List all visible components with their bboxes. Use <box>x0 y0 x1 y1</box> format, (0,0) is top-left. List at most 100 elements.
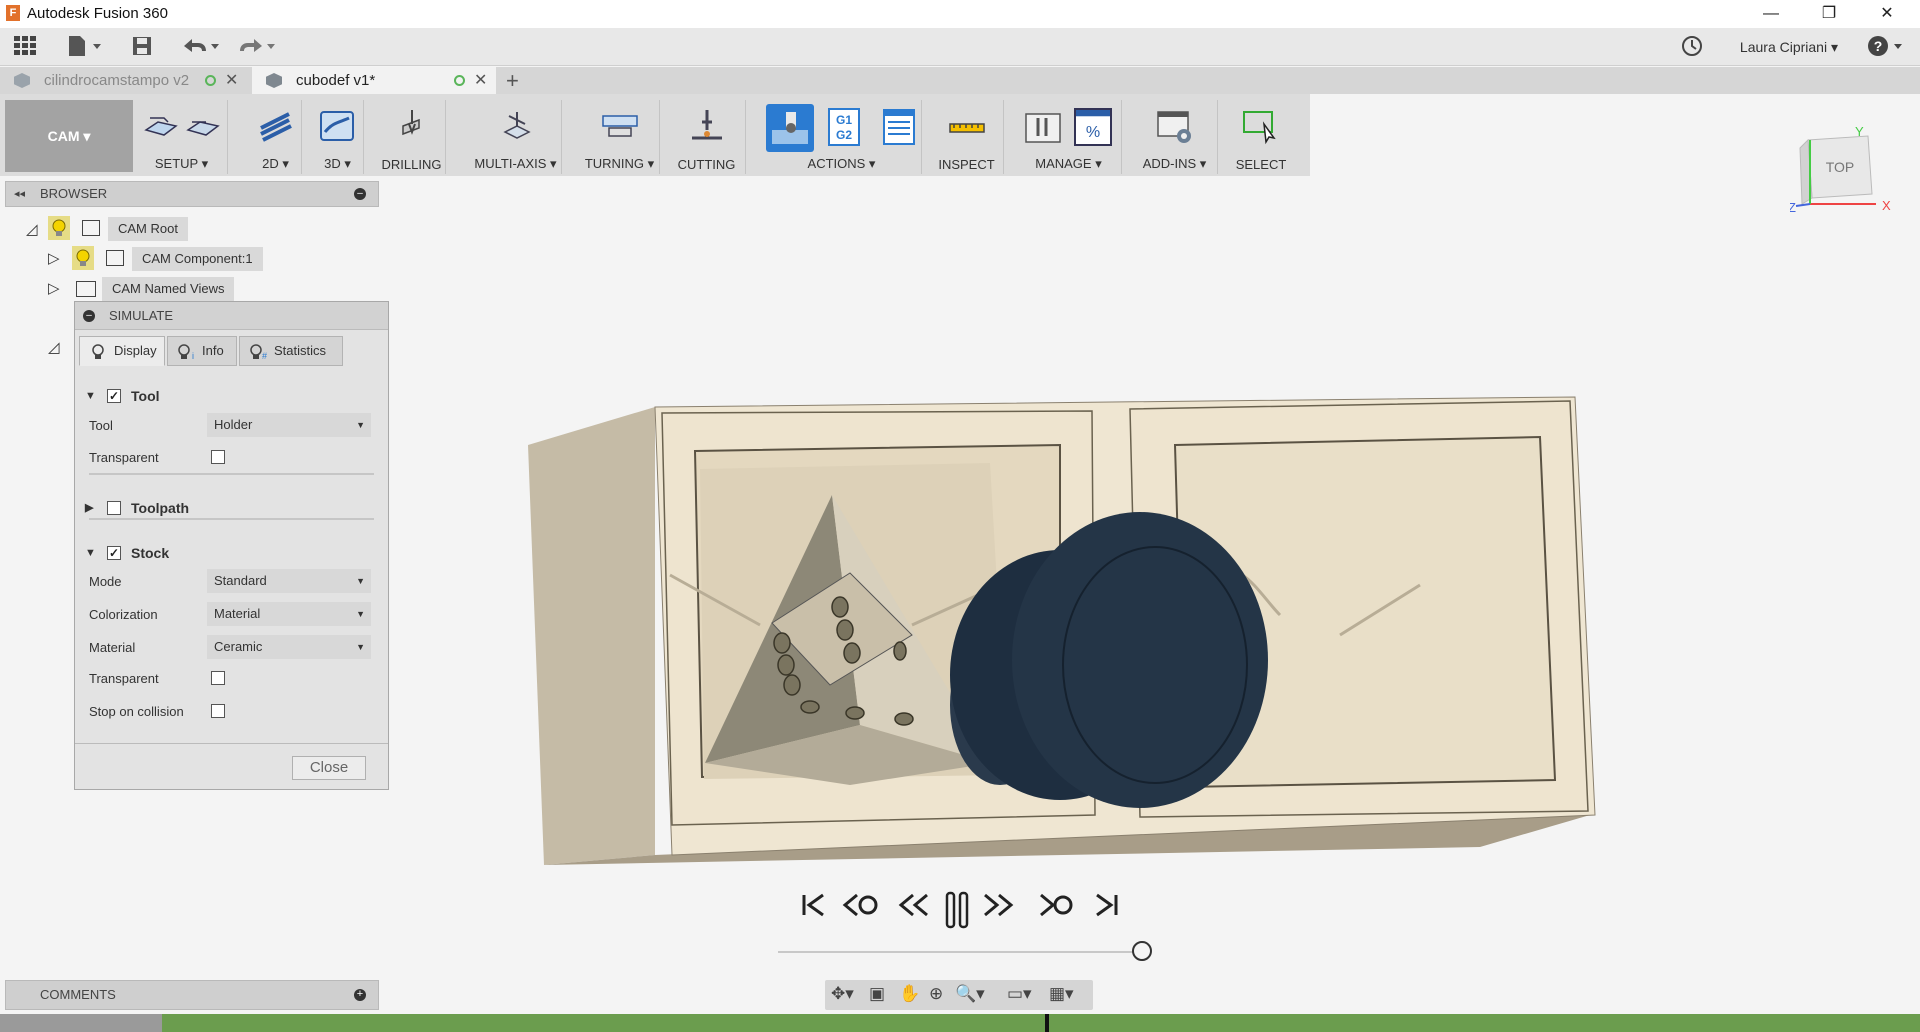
setup-group[interactable]: SETUP ▾ <box>136 100 228 174</box>
colorization-dropdown[interactable]: Material ▼ <box>207 602 371 626</box>
setup-sheet-icon <box>883 109 915 145</box>
post-process-g1g2-icon[interactable]: G1 G2 <box>828 108 860 146</box>
tab-display[interactable]: Display <box>79 336 165 366</box>
close-tab-icon[interactable]: ✕ <box>474 67 487 94</box>
help-icon[interactable]: ? <box>1866 34 1906 60</box>
look-at-icon[interactable]: ▣ <box>869 984 885 1004</box>
redo-icon[interactable] <box>236 34 276 60</box>
stock-section-header[interactable]: ▼ ✓ Stock <box>75 539 388 567</box>
workspace-switcher[interactable]: CAM ▾ <box>5 100 133 172</box>
simulation-viewport[interactable] <box>520 385 1610 885</box>
drill-icon <box>402 110 420 136</box>
tree-item-cam-named-views[interactable]: ▷ CAM Named Views <box>46 276 266 302</box>
collapsed-triangle-icon[interactable]: ▷ <box>48 246 60 272</box>
tab-info[interactable]: i Info <box>167 336 237 366</box>
actions-group[interactable]: G1 G2 ACTIONS ▾ <box>762 100 922 174</box>
comments-panel[interactable]: COMMENTS + <box>5 980 379 1010</box>
material-value: Ceramic <box>214 639 263 654</box>
skip-to-start-icon[interactable] <box>799 890 829 920</box>
divider <box>75 743 388 744</box>
close-tab-icon[interactable]: ✕ <box>225 67 238 94</box>
grid-settings-icon[interactable]: ▦▾ <box>1049 984 1074 1004</box>
add-comment-icon[interactable]: + <box>354 989 366 1001</box>
close-button[interactable]: Close <box>292 756 366 780</box>
collapse-dialog-icon[interactable]: – <box>83 310 95 322</box>
select-group[interactable]: SELECT <box>1226 100 1296 174</box>
display-settings-icon[interactable]: ▭▾ <box>1007 984 1032 1004</box>
skip-to-end-icon[interactable] <box>1091 890 1121 920</box>
section-expanded-icon[interactable]: ▼ <box>85 382 96 410</box>
restore-button[interactable]: ❐ <box>1800 0 1858 28</box>
simulate-header[interactable]: – SIMULATE <box>75 302 388 330</box>
tool-section-header[interactable]: ▼ ✓ Tool <box>75 382 388 410</box>
multi-axis-icon <box>503 112 531 139</box>
turning-group[interactable]: TURNING ▾ <box>580 100 660 174</box>
job-status-clock-icon[interactable] <box>1680 34 1704 60</box>
pan-hand-icon[interactable]: ✋ <box>899 984 920 1004</box>
user-account-menu[interactable]: Laura Cipriani ▾ <box>1740 39 1838 56</box>
file-menu-icon[interactable] <box>66 34 106 60</box>
tree-label: CAM Named Views <box>102 277 235 301</box>
simulate-action-icon[interactable] <box>766 104 814 152</box>
simulation-timeline[interactable] <box>778 951 1142 953</box>
zoom-icon[interactable]: ⊕ <box>929 984 943 1004</box>
drilling-group[interactable]: DRILLING <box>378 100 446 174</box>
doc-tab-cubodef[interactable]: cubodef v1* ✕ <box>252 67 496 94</box>
tool-dropdown[interactable]: Holder ▼ <box>207 413 371 437</box>
material-dropdown[interactable]: Ceramic ▼ <box>207 635 371 659</box>
cutting-group[interactable]: CUTTING <box>668 100 746 174</box>
3d-group[interactable]: 3D ▾ <box>312 100 364 174</box>
timeline-slider-knob[interactable] <box>1132 941 1152 961</box>
expanded-triangle-icon[interactable]: ◿ <box>48 338 60 356</box>
section-expanded-icon[interactable]: ▼ <box>85 539 96 567</box>
save-icon[interactable] <box>130 34 154 60</box>
2d-toolpath-icon <box>260 112 292 142</box>
tab-statistics[interactable]: # Statistics <box>239 336 343 366</box>
add-ins-group[interactable]: ADD-INS ▾ <box>1132 100 1218 174</box>
y-axis-label: Y <box>1855 124 1864 139</box>
section-label: Tool <box>131 388 160 404</box>
doc-tab-cilindrocamstampo[interactable]: cilindrocamstampo v2 ✕ <box>0 67 250 94</box>
new-tab-plus-icon[interactable]: + <box>506 67 519 94</box>
toolpath-section-checkbox[interactable] <box>107 501 121 515</box>
step-back-icon[interactable] <box>897 890 931 920</box>
browser-options-icon[interactable]: – <box>354 188 366 200</box>
quick-access-toolbar: ? <box>0 28 1920 66</box>
previous-operation-icon[interactable] <box>841 890 879 920</box>
visibility-bulb-icon[interactable] <box>72 246 94 270</box>
mode-dropdown[interactable]: Standard ▼ <box>207 569 371 593</box>
stock-transparent-checkbox[interactable] <box>211 671 225 685</box>
turning-icon <box>602 115 638 137</box>
tree-item-cam-root[interactable]: ◿ CAM Root <box>22 216 202 242</box>
tool-section-checkbox[interactable]: ✓ <box>107 389 121 403</box>
stop-on-collision-checkbox[interactable] <box>211 704 225 718</box>
viewcube[interactable]: TOP X Y Z <box>1788 120 1910 220</box>
step-forward-icon[interactable] <box>981 890 1015 920</box>
orbit-icon[interactable]: ✥▾ <box>831 984 854 1004</box>
close-window-button[interactable]: ✕ <box>1858 0 1916 28</box>
pause-icon[interactable] <box>943 890 971 930</box>
undo-icon[interactable] <box>180 34 220 60</box>
2d-group[interactable]: 2D ▾ <box>250 100 302 174</box>
tool-transparent-checkbox[interactable] <box>211 450 225 464</box>
svg-text:?: ? <box>1874 38 1883 54</box>
multi-axis-group[interactable]: MULTI-AXIS ▾ <box>470 100 562 174</box>
visibility-bulb-icon[interactable] <box>48 216 70 240</box>
fit-zoom-window-icon[interactable]: 🔍▾ <box>955 984 985 1004</box>
x-axis-label: X <box>1882 198 1891 213</box>
browser-header[interactable]: ◂◂ BROWSER – <box>5 181 379 207</box>
tree-item-cam-component[interactable]: ▷ CAM Component:1 <box>46 246 266 272</box>
expanded-triangle-icon[interactable]: ◿ <box>26 217 38 243</box>
component-icon <box>106 250 124 266</box>
stock-section-checkbox[interactable]: ✓ <box>107 546 121 560</box>
next-operation-icon[interactable] <box>1037 890 1075 920</box>
data-panel-grid-icon[interactable] <box>12 34 38 60</box>
simulation-progress-bar[interactable] <box>0 1014 1920 1032</box>
inspect-group[interactable]: INSPECT <box>930 100 1004 174</box>
tool-library-icon <box>1025 113 1061 143</box>
collapsed-triangle-icon[interactable]: ▷ <box>48 276 60 302</box>
colorization-label: Colorization <box>89 607 158 622</box>
minimize-button[interactable]: — <box>1742 0 1800 28</box>
collapse-browser-icon[interactable]: ◂◂ <box>14 182 25 206</box>
manage-group[interactable]: % MANAGE ▾ <box>1016 100 1122 174</box>
